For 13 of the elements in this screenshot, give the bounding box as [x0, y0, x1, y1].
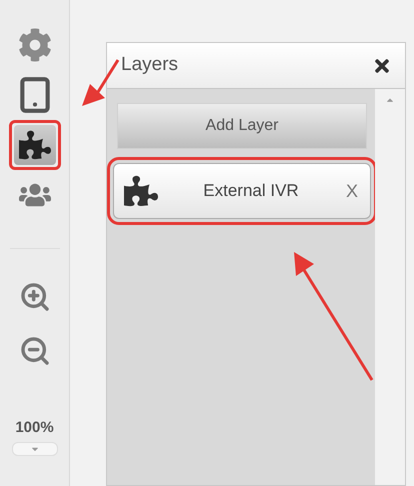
zoom-in-icon — [18, 281, 50, 313]
people-icon — [18, 182, 50, 208]
layer-name: External IVR — [202, 180, 300, 202]
add-layer-button[interactable]: Add Layer — [117, 103, 367, 149]
gear-icon — [18, 28, 52, 62]
panel-title: Layers — [121, 53, 178, 78]
remove-layer-button[interactable]: X — [344, 178, 360, 204]
annotation-arrow — [82, 59, 120, 106]
puzzle-icon — [18, 129, 50, 161]
zoom-out-icon — [18, 335, 50, 367]
zoom-level: 100% — [15, 418, 54, 438]
scrollbar[interactable] — [375, 89, 405, 485]
puzzle-icon — [124, 174, 158, 208]
